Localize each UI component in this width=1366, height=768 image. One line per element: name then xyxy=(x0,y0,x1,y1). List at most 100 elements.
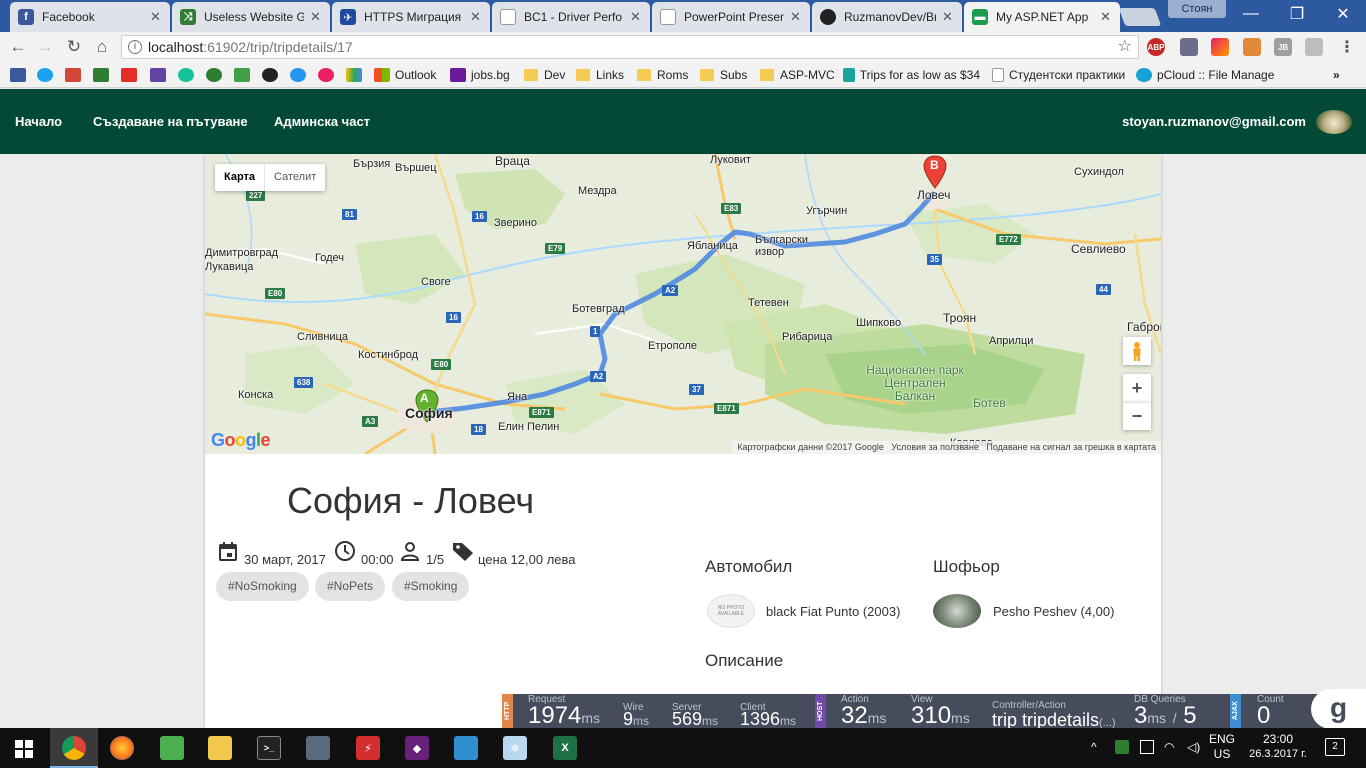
battery-icon[interactable] xyxy=(1140,740,1154,754)
close-icon[interactable]: ✕ xyxy=(310,9,322,25)
close-icon[interactable]: ✕ xyxy=(150,9,162,25)
language-indicator[interactable]: ENG US xyxy=(1207,732,1237,762)
command-prompt-icon[interactable]: >_ xyxy=(257,736,281,760)
tab-https-migration[interactable]: ✈ HTTPS Миграция ✕ xyxy=(332,2,490,32)
tab-useless-website[interactable]: ⤨ Useless Website G ✕ xyxy=(172,2,330,32)
extension-icon[interactable] xyxy=(1305,38,1323,56)
tools-icon[interactable] xyxy=(306,736,330,760)
bookmark-trips[interactable]: Trips for as low as $34 xyxy=(843,66,980,84)
jetbrains-icon[interactable]: JB xyxy=(1274,38,1292,56)
close-icon[interactable]: ✕ xyxy=(790,9,802,25)
glimpse-logo[interactable]: g xyxy=(1311,689,1366,729)
close-icon[interactable]: ✕ xyxy=(630,9,642,25)
driver-name[interactable]: Pesho Peshev (4,00) xyxy=(993,604,1114,619)
new-tab-button[interactable] xyxy=(1118,8,1162,26)
map-type-satellite-button[interactable]: Сателит xyxy=(265,164,325,191)
excel-icon[interactable]: X xyxy=(553,736,577,760)
notepad-icon[interactable] xyxy=(160,736,184,760)
bookmark-folder-links[interactable]: Links xyxy=(576,66,624,84)
tag-no-pets[interactable]: #NoPets xyxy=(315,572,386,601)
report-error-link[interactable]: Подаване на сигнал за грешка в картата xyxy=(986,442,1156,452)
address-bar[interactable]: i localhost:61902/trip/tripdetails/17 ☆ xyxy=(121,35,1139,59)
firefox-icon[interactable] xyxy=(110,736,134,760)
bookmarks-overflow-button[interactable]: » xyxy=(1333,66,1340,84)
adblock-icon[interactable]: ABP xyxy=(1147,38,1165,56)
windows-start-icon[interactable] xyxy=(15,740,33,758)
user-email-link[interactable]: stoyan.ruzmanov@gmail.com xyxy=(1122,114,1306,129)
bookmark-folder-subs[interactable]: Subs xyxy=(700,66,747,84)
close-icon[interactable]: ✕ xyxy=(942,9,954,25)
map-type-map-button[interactable]: Карта xyxy=(215,164,266,191)
flash-icon[interactable]: ⚡ xyxy=(356,736,380,760)
close-window-icon[interactable]: ✕ xyxy=(1320,0,1366,28)
eyedropper-icon[interactable] xyxy=(1180,38,1198,56)
reload-icon[interactable]: ↻ xyxy=(62,36,86,58)
nav-create-trip-link[interactable]: Създаване на пътуване xyxy=(93,114,248,129)
bookmark-grammarly[interactable] xyxy=(178,66,199,84)
bookmark-home[interactable] xyxy=(93,66,114,84)
google-logo[interactable]: Google xyxy=(211,430,271,451)
chevron-up-icon[interactable]: ^ xyxy=(1091,740,1097,755)
remote-desktop-icon[interactable] xyxy=(454,736,478,760)
star-icon[interactable]: ☆ xyxy=(1118,36,1132,58)
tab-my-aspnet-app[interactable]: ▬ My ASP.NET App ✕ xyxy=(964,2,1120,32)
bookmark-youtube[interactable] xyxy=(121,66,142,84)
minimize-icon[interactable]: — xyxy=(1228,0,1274,28)
bookmark-pcloud[interactable]: pCloud :: File Manage xyxy=(1136,66,1278,84)
nav-admin-link[interactable]: Админска част xyxy=(274,114,370,129)
zoom-out-button[interactable]: − xyxy=(1123,402,1151,430)
bookmark-twitch[interactable] xyxy=(150,66,171,84)
close-icon[interactable]: ✕ xyxy=(1100,9,1112,25)
snowflake-icon[interactable]: ❄ xyxy=(503,736,527,760)
avatar[interactable] xyxy=(1316,110,1352,134)
bookmark-wave[interactable] xyxy=(290,66,311,84)
tag-no-smoking[interactable]: #NoSmoking xyxy=(216,572,309,601)
bookmark-upload[interactable] xyxy=(234,66,255,84)
close-icon[interactable]: ✕ xyxy=(470,9,482,25)
bookmark-drive[interactable] xyxy=(346,66,367,84)
place-label: Шипково xyxy=(856,317,902,329)
ruler-icon[interactable] xyxy=(1243,38,1261,56)
bookmark-facebook[interactable] xyxy=(10,66,31,84)
glimpse-client-number: 1396 xyxy=(740,709,781,729)
wifi-icon[interactable]: ◠ xyxy=(1164,740,1174,755)
bookmark-folder-asp-mvc[interactable]: ASP-MVC xyxy=(760,66,835,84)
tab-facebook[interactable]: f Facebook ✕ xyxy=(10,2,170,32)
pegman-icon[interactable] xyxy=(1123,337,1151,365)
volume-icon[interactable]: ◁) xyxy=(1187,740,1200,755)
back-arrow-icon[interactable]: ← xyxy=(6,36,30,58)
dropbox-icon[interactable] xyxy=(1115,740,1129,754)
window-user-badge[interactable]: Стоян xyxy=(1168,0,1226,18)
bookmark-github[interactable] xyxy=(262,66,283,84)
clock[interactable]: 23:00 26.3.2017 г. xyxy=(1243,732,1313,762)
tab-github[interactable]: RuzmanovDev/Bru ✕ xyxy=(812,2,962,32)
terms-link[interactable]: Условия за ползване xyxy=(891,442,979,452)
bookmark-twitter[interactable] xyxy=(37,66,58,84)
bookmark-folder-dev[interactable]: Dev xyxy=(524,66,565,84)
bookmark-student-practice[interactable]: Студентски практики xyxy=(992,66,1128,84)
nav-home-link[interactable]: Начало xyxy=(15,114,62,129)
color-picker-icon[interactable] xyxy=(1211,38,1229,56)
file-explorer-icon[interactable] xyxy=(208,736,232,760)
tag-smoking[interactable]: #Smoking xyxy=(392,572,470,601)
bookmark-gmail[interactable] xyxy=(65,66,86,84)
menu-icon[interactable]: ⋮ xyxy=(1338,38,1356,56)
home-icon[interactable]: ⌂ xyxy=(90,36,114,58)
bookmark-record[interactable] xyxy=(318,66,339,84)
restore-icon[interactable]: ❐ xyxy=(1274,0,1320,28)
forward-arrow-icon[interactable]: → xyxy=(33,36,57,58)
route-map[interactable]: A B Бързия Вършец Враца Луковит Мездра С… xyxy=(205,154,1161,454)
bookmark-folder-roms[interactable]: Roms xyxy=(637,66,688,84)
info-icon[interactable]: i xyxy=(128,40,142,54)
tab-powerpoint[interactable]: PowerPoint Presen ✕ xyxy=(652,2,810,32)
bookmark-outlook[interactable]: Outlook xyxy=(374,66,436,84)
tab-bc1-driver[interactable]: BC1 - Driver Perfo ✕ xyxy=(492,2,650,32)
chrome-icon[interactable] xyxy=(62,736,86,760)
glimpse-toolbar[interactable]: HTTP Request 1974ms Wire 9ms Server 569m… xyxy=(502,694,1366,730)
bookmark-jobs-bg[interactable]: jobs.bg xyxy=(450,66,510,84)
zoom-in-button[interactable]: + xyxy=(1123,374,1151,402)
road-shield: A2 xyxy=(590,371,607,382)
visual-studio-icon[interactable]: ◆ xyxy=(405,736,429,760)
notifications-icon[interactable]: 2 xyxy=(1325,738,1345,756)
bookmark-refresh[interactable] xyxy=(206,66,227,84)
